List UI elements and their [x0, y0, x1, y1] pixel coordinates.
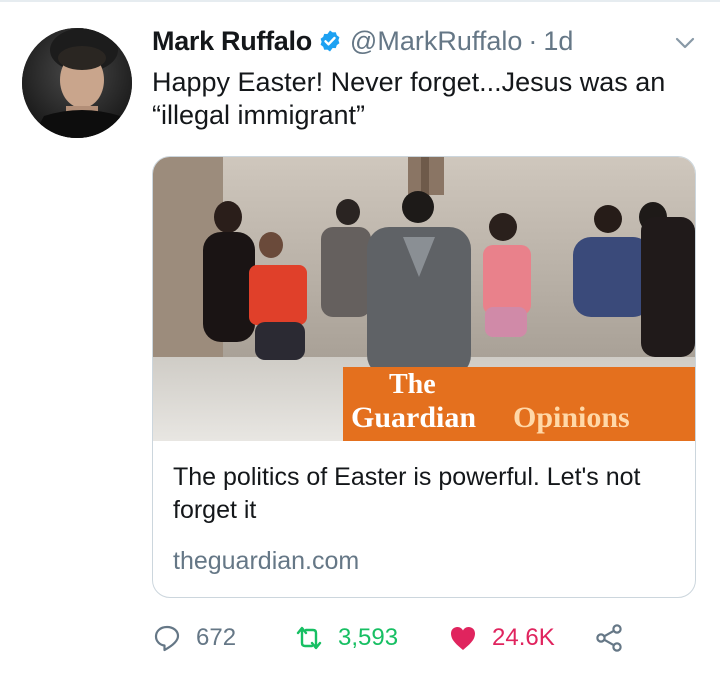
- reply-count: 672: [196, 624, 237, 651]
- link-card[interactable]: The Guardian Opinions The politics of Ea…: [152, 156, 696, 598]
- avatar-photo: [22, 28, 132, 138]
- author-name[interactable]: Mark Ruffalo: [152, 26, 312, 57]
- author-handle[interactable]: @MarkRuffalo: [350, 26, 522, 57]
- retweet-count: 3,593: [338, 624, 399, 651]
- card-domain[interactable]: theguardian.com: [173, 547, 359, 576]
- heart-icon: [451, 627, 475, 650]
- retweet-button[interactable]: 3,593: [294, 618, 398, 658]
- reply-button[interactable]: 672: [152, 618, 236, 658]
- chevron-down-icon[interactable]: [672, 30, 698, 56]
- retweet-icon: [296, 626, 322, 650]
- brand-guardian: Guardian: [351, 401, 476, 434]
- card-image: The Guardian Opinions: [153, 157, 695, 441]
- top-divider: [0, 0, 720, 2]
- tweet-text: Happy Easter! Never forget...Jesus was a…: [152, 67, 666, 130]
- tweet-actions: 672 3,593 24.6K: [152, 618, 712, 658]
- like-button[interactable]: 24.6K: [448, 618, 555, 658]
- share-button[interactable]: [594, 618, 624, 658]
- tweet-header: Mark Ruffalo @MarkRuffalo · 1d: [152, 24, 573, 58]
- brand-the: The: [389, 369, 436, 400]
- brand-section: Opinions: [513, 401, 630, 434]
- reply-icon: [154, 625, 180, 652]
- share-icon: [596, 624, 622, 652]
- like-count: 24.6K: [492, 624, 555, 651]
- verified-badge-icon: [320, 30, 340, 52]
- header-separator: ·: [528, 25, 538, 56]
- card-title[interactable]: The politics of Easter is powerful. Let'…: [173, 461, 673, 527]
- avatar[interactable]: [22, 28, 132, 138]
- tweet-timestamp[interactable]: 1d: [543, 26, 573, 57]
